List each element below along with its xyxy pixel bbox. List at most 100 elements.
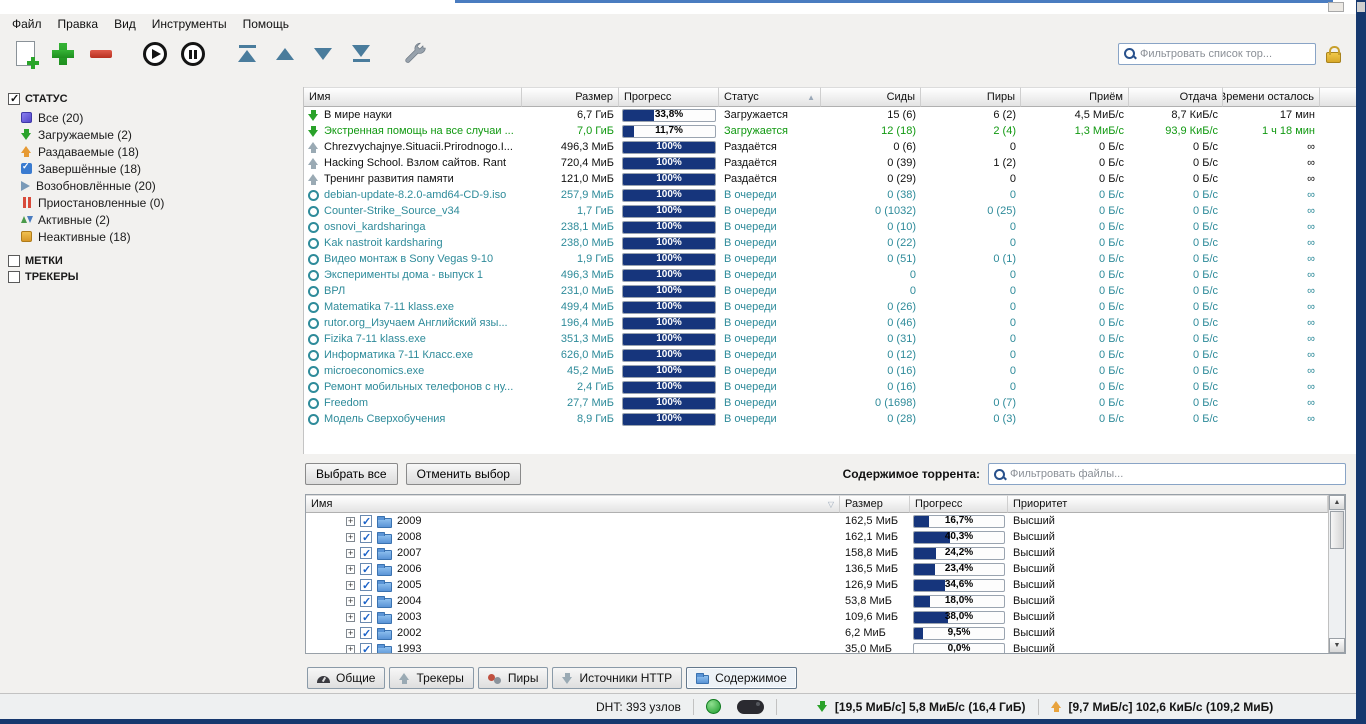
file-checkbox[interactable] <box>360 626 372 641</box>
table-row[interactable]: Экстренная помощь на все случаи ... 7,0 Г… <box>304 123 1356 139</box>
column-header[interactable]: Отдача <box>1129 87 1223 107</box>
sidebar-section-labels[interactable]: МЕТКИ <box>8 255 303 267</box>
table-row[interactable]: Fizika 7-11 klass.exe 351,3 МиБ 100% В очер… <box>304 331 1356 347</box>
sidebar-item-seeding[interactable]: Раздаваемые (18) <box>8 143 303 160</box>
list-item[interactable]: 2002 6,2 МиБ 9,5% Высший <box>306 625 1328 641</box>
expand-icon[interactable] <box>346 532 355 542</box>
table-row[interactable]: Kak nastroit kardsharing 238,0 МиБ 100% В о… <box>304 235 1356 251</box>
menu-item[interactable]: Вид <box>106 15 144 33</box>
file-checkbox[interactable] <box>360 578 372 593</box>
resume-button[interactable] <box>138 37 172 71</box>
sidebar-item-inactive[interactable]: Неактивные (18) <box>8 228 303 245</box>
column-header[interactable]: Прогресс <box>910 495 1008 513</box>
table-row[interactable]: ВРЛ 231,0 МиБ 100% В очереди 0 0 0 Б/с 0 Б/с ∞ <box>304 283 1356 299</box>
menu-item[interactable]: Файл <box>4 15 50 33</box>
list-item[interactable]: 2009 162,5 МиБ 16,7% Высший <box>306 513 1328 529</box>
table-row[interactable]: debian-update-8.2.0-amd64-CD-9.iso 257,9 … <box>304 187 1356 203</box>
table-row[interactable]: Тренинг развития памяти 121,0 МиБ 100% Разд… <box>304 171 1356 187</box>
sidebar-item-paused[interactable]: Приостановленные (0) <box>8 194 303 211</box>
deselect-button[interactable]: Отменить выбор <box>405 463 521 485</box>
list-item[interactable]: 2004 53,8 МиБ 18,0% Высший <box>306 593 1328 609</box>
list-item[interactable]: 2008 162,1 МиБ 40,3% Высший <box>306 529 1328 545</box>
column-header[interactable]: Размер <box>840 495 910 513</box>
table-row[interactable]: Эксперименты дома - выпуск 1 496,3 МиБ 100… <box>304 267 1356 283</box>
files-filter-input[interactable] <box>1010 468 1341 480</box>
sidebar-item-completed[interactable]: Завершённые (18) <box>8 160 303 177</box>
menu-item[interactable]: Правка <box>50 15 107 33</box>
list-item[interactable]: 2006 136,5 МиБ 23,4% Высший <box>306 561 1328 577</box>
table-row[interactable]: Chrezvychajnye.Situacii.Prirodnogo.I... 4… <box>304 139 1356 155</box>
expand-icon[interactable] <box>346 516 355 526</box>
status-checkbox[interactable] <box>8 92 20 105</box>
column-header[interactable]: Статус ▲ <box>719 87 821 107</box>
globe-icon[interactable] <box>705 699 721 714</box>
expand-icon[interactable] <box>346 564 355 574</box>
table-row[interactable]: Freedom 27,7 МиБ 100% В очереди 0 (1698) 0 (7… <box>304 395 1356 411</box>
window-control[interactable] <box>1328 2 1344 12</box>
sidebar-item-all[interactable]: Все (20) <box>8 109 303 126</box>
table-row[interactable]: Модель Сверхобучения 8,9 ГиБ 100% В очереди… <box>304 411 1356 427</box>
table-row[interactable]: Matematika 7-11 klass.exe 499,4 МиБ 100% В … <box>304 299 1356 315</box>
expand-icon[interactable] <box>346 548 355 558</box>
labels-checkbox[interactable] <box>8 255 20 267</box>
expand-icon[interactable] <box>346 612 355 622</box>
lock-button[interactable] <box>1320 37 1346 71</box>
tab-peers[interactable]: Пиры <box>477 667 549 689</box>
file-checkbox[interactable] <box>360 546 372 561</box>
increase-priority-button[interactable] <box>268 37 302 71</box>
pause-button[interactable] <box>176 37 210 71</box>
file-checkbox[interactable] <box>360 642 372 653</box>
scroll-down-icon[interactable] <box>1329 638 1345 653</box>
options-button[interactable] <box>398 37 432 71</box>
column-header[interactable]: Сиды <box>821 87 921 107</box>
scroll-up-icon[interactable] <box>1329 495 1345 510</box>
table-row[interactable]: Информатика 7-11 Класс.exe 626,0 МиБ 100% В… <box>304 347 1356 363</box>
expand-icon[interactable] <box>346 644 355 653</box>
table-row[interactable]: В мире науки 6,7 ГиБ 33,8% Загружается 15 (6… <box>304 107 1356 123</box>
table-row[interactable]: osnovi_kardsharinga 238,1 МиБ 100% В очеред… <box>304 219 1356 235</box>
add-link-button[interactable] <box>46 37 80 71</box>
delete-button[interactable] <box>84 37 118 71</box>
sidebar-section-status[interactable]: СТАТУС <box>8 92 303 105</box>
table-row[interactable]: Ремонт мобильных телефонов с ну... 2,4 Ги… <box>304 379 1356 395</box>
file-checkbox[interactable] <box>360 562 372 577</box>
column-header[interactable]: Пиры <box>921 87 1021 107</box>
expand-icon[interactable] <box>346 596 355 606</box>
files-scrollbar[interactable] <box>1328 495 1345 653</box>
tab-general[interactable]: Общие <box>307 667 386 689</box>
table-row[interactable]: Counter-Strike_Source_v34 1,7 ГиБ 100% В оч… <box>304 203 1356 219</box>
trackers-checkbox[interactable] <box>8 271 20 283</box>
add-torrent-button[interactable] <box>8 37 42 71</box>
speed-limit-icon[interactable] <box>736 699 764 714</box>
select-all-button[interactable]: Выбрать все <box>305 463 398 485</box>
list-item[interactable]: 1993 35,0 МиБ 0,0% Высший <box>306 641 1328 653</box>
file-checkbox[interactable] <box>360 594 372 609</box>
column-header[interactable]: Размер <box>522 87 619 107</box>
column-header[interactable]: Приоритет <box>1008 495 1328 513</box>
tab-http[interactable]: Источники HTTP <box>552 667 683 689</box>
table-row[interactable]: Видео монтаж в Sony Vegas 9-10 1,9 ГиБ 100… <box>304 251 1356 267</box>
tab-trackers[interactable]: Трекеры <box>389 667 474 689</box>
menu-item[interactable]: Помощь <box>235 15 297 33</box>
bottom-priority-button[interactable] <box>344 37 378 71</box>
file-checkbox[interactable] <box>360 610 372 625</box>
expand-icon[interactable] <box>346 628 355 638</box>
column-header[interactable]: Приём <box>1021 87 1129 107</box>
expand-icon[interactable] <box>346 580 355 590</box>
sidebar-item-active[interactable]: Активные (2) <box>8 211 303 228</box>
sidebar-section-trackers[interactable]: ТРЕКЕРЫ <box>8 271 303 283</box>
sidebar-item-downloading[interactable]: Загружаемые (2) <box>8 126 303 143</box>
decrease-priority-button[interactable] <box>306 37 340 71</box>
table-row[interactable]: rutor.org_Изучаем Английский язы... 196,4… <box>304 315 1356 331</box>
scroll-track[interactable] <box>1329 550 1345 638</box>
file-checkbox[interactable] <box>360 530 372 545</box>
tab-content[interactable]: Содержимое <box>686 667 797 689</box>
column-header[interactable]: Имя ▽ <box>306 495 840 513</box>
file-checkbox[interactable] <box>360 514 372 529</box>
list-item[interactable]: 2007 158,8 МиБ 24,2% Высший <box>306 545 1328 561</box>
column-header[interactable]: Прогресс <box>619 87 719 107</box>
torrent-filter-input[interactable] <box>1140 47 1311 60</box>
table-row[interactable]: Hacking School. Взлом сайтов. Rant 720,4 … <box>304 155 1356 171</box>
list-item[interactable]: 2003 109,6 МиБ 38,0% Высший <box>306 609 1328 625</box>
column-header[interactable]: Имя <box>304 87 522 107</box>
